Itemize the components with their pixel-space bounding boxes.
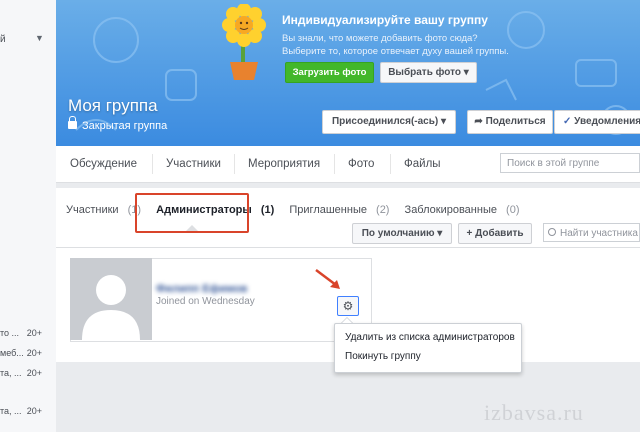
upload-photo-button[interactable]: Загрузить фото [285,62,374,83]
lock-icon [68,116,77,129]
sidebar-item-label: то ... [0,328,20,338]
promo-line: Вы знали, что можете добавить фото сюда? [282,33,478,44]
sidebar-item-count: 20+ [26,368,42,378]
active-tab-indicator [186,225,198,231]
choose-photo-button[interactable]: Выбрать фото ▾ [380,62,477,83]
share-icon: ➦ [474,116,486,127]
add-member-button[interactable]: + Добавить [458,223,532,244]
subtab-label: Заблокированные [404,204,497,216]
divider [56,247,640,248]
group-privacy-label: Закрытая группа [82,120,168,132]
sidebar-item-count: 20+ [26,348,42,358]
avatar[interactable] [70,258,152,340]
chevron-down-icon[interactable]: ▼ [35,33,44,43]
menu-item-leave-group[interactable]: Покинуть группу [345,351,421,362]
tab-photos[interactable]: Фото [348,146,374,182]
sidebar-item[interactable]: меб... 20+ [0,348,56,362]
group-search-input[interactable]: Поиск в этой группе [500,153,640,173]
group-name[interactable]: Моя группа [68,96,158,116]
tab-discussion[interactable]: Обсуждение [70,146,137,182]
share-button[interactable]: ➦ Поделиться [467,110,553,134]
cover-area: Индивидуализируйте вашу группу Вы знали,… [56,0,640,146]
sidebar-item[interactable]: та, ... 20+ [0,406,56,420]
subtab-count: (1) [260,204,275,216]
sidebar-top-label: й [0,34,6,45]
subtab-invited[interactable]: Приглашенные (2) [289,204,395,216]
member-joined-date: Joined on Wednesday [156,296,255,307]
subtab-count: (2) [376,204,390,216]
promo-line: Выберите то, которое отвечает духу вашей… [282,46,509,57]
notifications-button[interactable]: ✓ Уведомления [554,110,640,134]
tab-events[interactable]: Мероприятия [248,146,320,182]
check-icon: ✓ [563,116,575,127]
sidebar-item-count: 20+ [26,406,42,416]
subtab-label: Приглашенные [289,204,367,216]
menu-item-remove-admin[interactable]: Удалить из списка администраторов [345,332,515,343]
search-icon [548,228,556,236]
promo-title: Индивидуализируйте вашу группу [282,13,488,27]
sidebar-item-label: та, ... [0,406,22,416]
sort-dropdown[interactable]: По умолчанию ▾ [352,223,452,244]
member-actions-menu: Удалить из списка администраторов Покину… [334,323,522,373]
group-privacy: Закрытая группа [68,116,168,132]
joined-button[interactable]: Присоединился(-ась) ▾ [322,110,456,134]
sidebar-item[interactable]: та, ... 20+ [0,368,56,382]
member-settings-button[interactable]: ⚙ [337,296,359,316]
watermark: izbavsa.ru [484,400,584,425]
tab-members[interactable]: Участники [166,146,221,182]
menu-caret-inner [342,318,352,323]
subtab-count: (0) [506,204,520,216]
subtab-blocked[interactable]: Заблокированные (0) [405,204,526,216]
sidebar-item-label: меб... [0,348,24,358]
promo-text: Вы знали, что можете добавить фото сюда?… [282,32,582,58]
find-member-input[interactable]: Найти участника [543,223,640,242]
pointer-arrow-icon [315,269,340,289]
user-silhouette-icon [70,258,152,340]
gear-icon: ⚙ [342,299,354,313]
tab-files[interactable]: Файлы [404,146,441,182]
sidebar-item[interactable]: то ... 20+ [0,328,56,342]
subtab-label: Участники [66,204,119,216]
sidebar-item-count: 20+ [26,328,42,338]
notifications-label: Уведомления [574,116,640,127]
flower-illustration [222,4,266,80]
sidebar-item-label: та, ... [0,368,22,378]
share-label: Поделиться [485,116,546,127]
member-name[interactable]: Филипп Ефимов [156,283,247,295]
